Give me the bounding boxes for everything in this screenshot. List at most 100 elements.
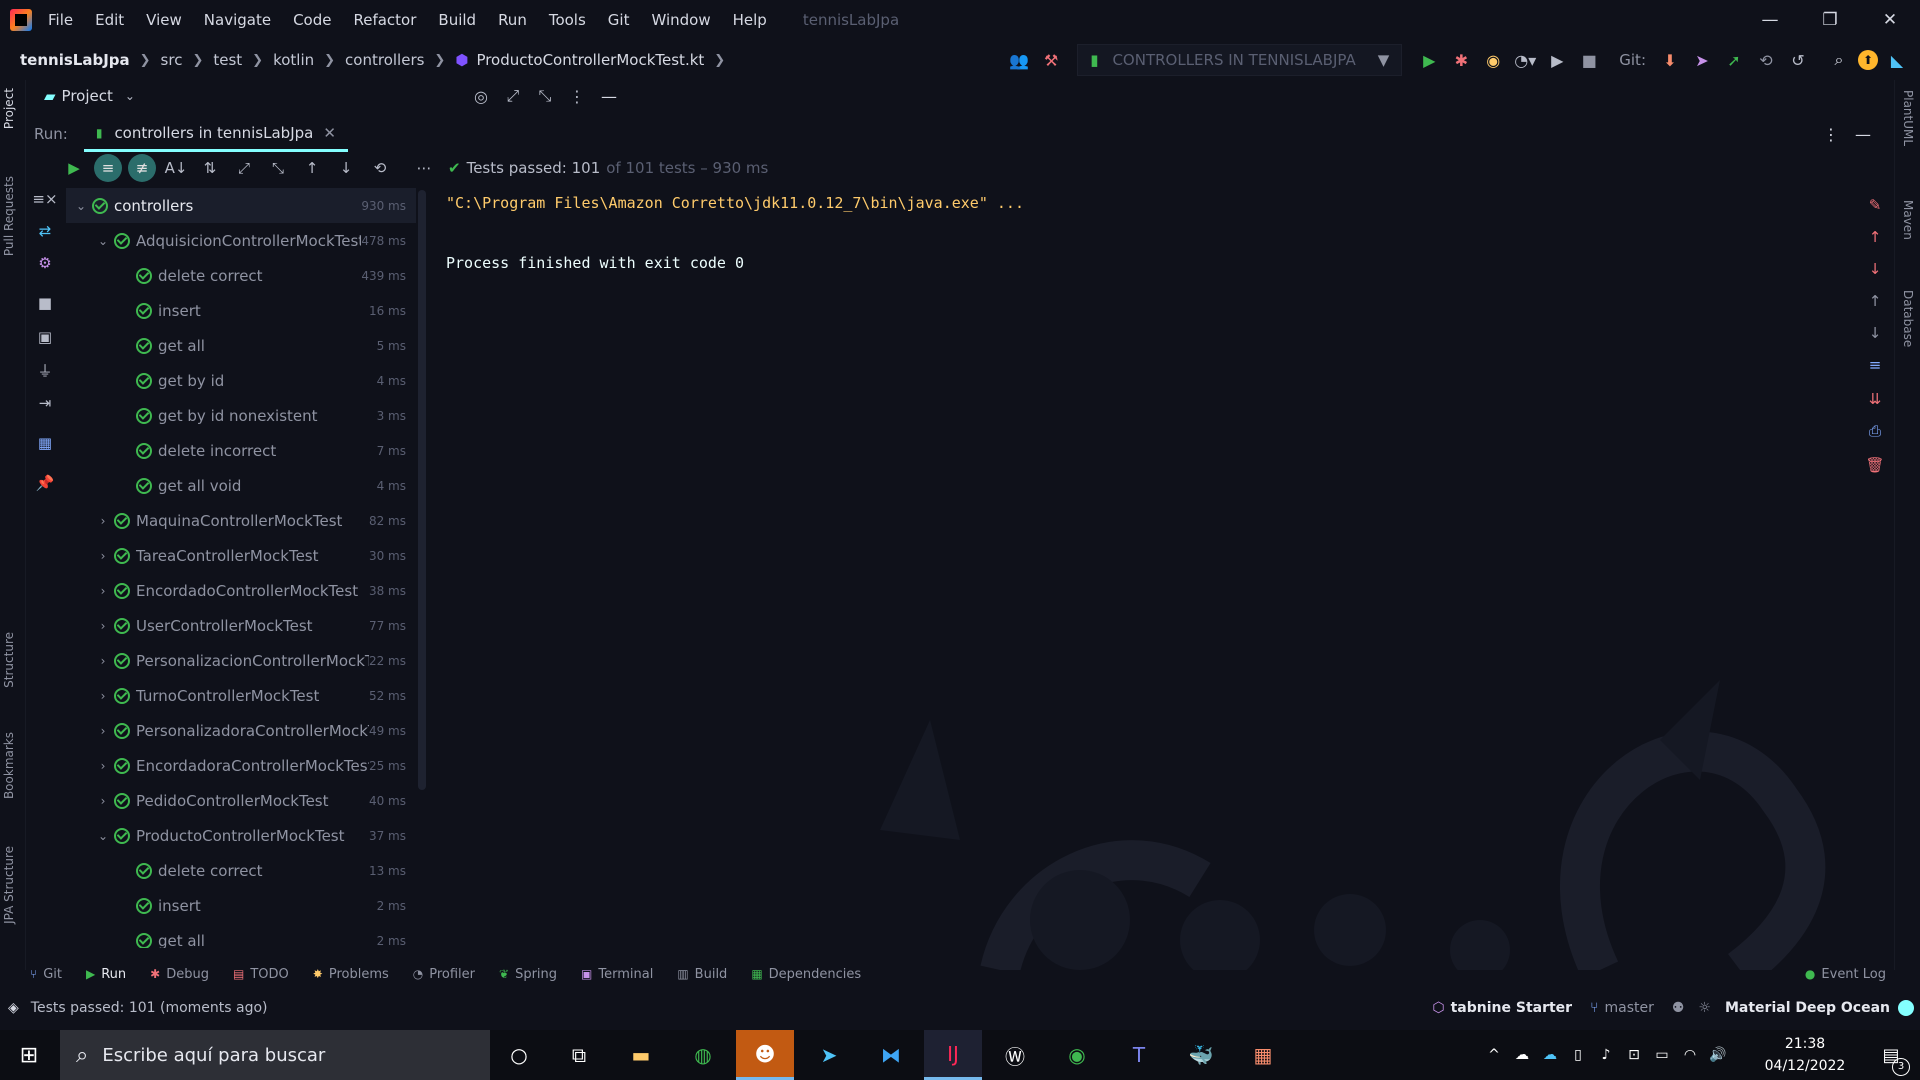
- breadcrumb-src[interactable]: src: [161, 51, 183, 69]
- test-tree-row[interactable]: › MaquinaControllerMockTest 82 ms: [66, 503, 416, 538]
- sort-duration-icon[interactable]: ⇅: [196, 154, 224, 182]
- tree-scrollbar[interactable]: [418, 190, 426, 790]
- locate-icon[interactable]: ◎: [468, 83, 494, 109]
- test-tree-row[interactable]: › PersonalizacionControllerMockTest 22 ms: [66, 643, 416, 678]
- camera-icon[interactable]: ▣: [30, 328, 60, 346]
- test-tree-row[interactable]: ⌄ controllers 930 ms: [66, 188, 416, 223]
- test-tree-row[interactable]: › PersonalizadoraControllerMockTest49 ms: [66, 713, 416, 748]
- tab-debug[interactable]: ✱ Debug: [150, 967, 209, 982]
- menu-help[interactable]: Help: [733, 11, 767, 29]
- tab-build[interactable]: ▥ Build: [677, 967, 727, 982]
- chevron-right-icon[interactable]: ›: [96, 724, 110, 738]
- inspection-icon[interactable]: ⚉: [1672, 1000, 1685, 1016]
- breadcrumb-controllers[interactable]: controllers: [345, 51, 424, 69]
- test-tree-row[interactable]: › TareaControllerMockTest 30 ms: [66, 538, 416, 573]
- chevron-down-icon[interactable]: ⌄: [74, 199, 88, 213]
- debug-icon[interactable]: ✱: [1448, 47, 1474, 73]
- cortana-icon[interactable]: ○: [490, 1030, 548, 1080]
- discord-icon[interactable]: ☻: [736, 1030, 794, 1080]
- coverage-icon[interactable]: ◉: [1480, 47, 1506, 73]
- tab-bookmarks[interactable]: Bookmarks: [2, 732, 16, 799]
- maximize-button[interactable]: ❐: [1800, 10, 1860, 30]
- profiler-icon[interactable]: ◔▾: [1512, 47, 1538, 73]
- chevron-right-icon[interactable]: ›: [96, 794, 110, 808]
- chevron-down-icon[interactable]: ⌄: [96, 829, 110, 843]
- chevron-right-icon[interactable]: ›: [96, 689, 110, 703]
- menu-refactor[interactable]: Refactor: [353, 11, 416, 29]
- rerun-icon[interactable]: ▶: [60, 154, 88, 182]
- history-icon[interactable]: ⟲: [1753, 47, 1779, 73]
- test-tree-row[interactable]: › EncordadoControllerMockTest 38 ms: [66, 573, 416, 608]
- tab-problems[interactable]: ✸ Problems: [313, 967, 389, 982]
- breadcrumb-test[interactable]: test: [213, 51, 242, 69]
- user-add-icon[interactable]: 👥: [1006, 47, 1032, 73]
- device-icon[interactable]: ▯: [1564, 1030, 1592, 1080]
- show-passed-icon[interactable]: ≡: [94, 154, 122, 182]
- task-view-icon[interactable]: ⧉: [550, 1030, 608, 1080]
- git-update-icon[interactable]: ⬇: [1657, 47, 1683, 73]
- test-tree-row[interactable]: delete correct 439 ms: [66, 258, 416, 293]
- menu-code[interactable]: Code: [293, 11, 331, 29]
- tab-terminal[interactable]: ▣ Terminal: [581, 967, 653, 982]
- chevron-right-icon[interactable]: ›: [96, 759, 110, 773]
- chevron-right-icon[interactable]: ›: [96, 619, 110, 633]
- search-icon[interactable]: ⌕: [1826, 47, 1852, 73]
- chevron-right-icon[interactable]: ›: [96, 514, 110, 528]
- tab-structure[interactable]: Structure: [2, 632, 16, 688]
- test-tree-row[interactable]: get by id nonexistent 3 ms: [66, 398, 416, 433]
- chevron-down-icon[interactable]: ⌄: [96, 234, 110, 248]
- more-vertical-icon[interactable]: ⋮: [1818, 121, 1844, 147]
- tab-profiler[interactable]: ◔ Profiler: [413, 967, 475, 982]
- teams-icon[interactable]: T: [1110, 1030, 1168, 1080]
- test-tree-row[interactable]: ⌄ AdquisicionControllerMockTest 478 ms: [66, 223, 416, 258]
- sort-alpha-icon[interactable]: A↓: [162, 154, 190, 182]
- chevron-right-icon[interactable]: ›: [96, 584, 110, 598]
- battery-icon[interactable]: ▭: [1648, 1030, 1676, 1080]
- hammer-icon[interactable]: ⚒: [1038, 47, 1064, 73]
- chevron-right-icon[interactable]: ›: [96, 549, 110, 563]
- scroll-end-icon[interactable]: ⇊: [1860, 390, 1890, 408]
- test-tree-row[interactable]: › TurnoControllerMockTest 52 ms: [66, 678, 416, 713]
- tab-plantuml[interactable]: PlantUML: [1901, 90, 1915, 146]
- breadcrumb-kotlin[interactable]: kotlin: [273, 51, 314, 69]
- chevron-down-icon[interactable]: ⌄: [125, 89, 135, 103]
- menu-build[interactable]: Build: [438, 11, 476, 29]
- console-output[interactable]: "C:\Program Files\Amazon Corretto\jdk11.…: [430, 186, 1850, 966]
- test-tree-row[interactable]: › UserControllerMockTest 77 ms: [66, 608, 416, 643]
- onedrive-icon[interactable]: ☁: [1508, 1030, 1536, 1080]
- onedrive-error-icon[interactable]: ☁: [1536, 1030, 1564, 1080]
- tab-run[interactable]: ▶ Run: [86, 967, 126, 982]
- rollback-icon[interactable]: ↺: [1785, 47, 1811, 73]
- tab-event-log[interactable]: ● Event Log: [1805, 967, 1886, 982]
- theme-name[interactable]: Material Deep Ocean: [1725, 1000, 1890, 1016]
- breadcrumb-project[interactable]: tennisLabJpa: [20, 51, 130, 69]
- windows-start-icon[interactable]: ⊞: [0, 1030, 58, 1080]
- docker-icon[interactable]: 🐳: [1172, 1030, 1230, 1080]
- tab-maven[interactable]: Maven: [1901, 200, 1915, 240]
- volume-icon[interactable]: 🔊: [1704, 1030, 1732, 1080]
- settings-gear-icon[interactable]: ⚙: [30, 254, 60, 272]
- taskbar-clock[interactable]: 21:38 04/12/2022: [1760, 1033, 1850, 1077]
- test-tree-row[interactable]: insert 2 ms: [66, 888, 416, 923]
- test-history-icon[interactable]: ⟲: [366, 154, 394, 182]
- tab-dependencies[interactable]: ▦ Dependencies: [751, 967, 861, 982]
- chrome-icon[interactable]: ◍: [674, 1030, 732, 1080]
- test-tree-row[interactable]: get all 5 ms: [66, 328, 416, 363]
- more-vertical-icon[interactable]: ⋮: [564, 83, 590, 109]
- arrow-up-icon[interactable]: ↑: [1860, 228, 1890, 246]
- plug-icon[interactable]: ⏚: [30, 360, 60, 381]
- plugin-icon[interactable]: ◣: [1884, 47, 1910, 73]
- next-failed-icon[interactable]: ↓: [332, 154, 360, 182]
- tab-database[interactable]: Database: [1901, 290, 1915, 347]
- run-icon[interactable]: ▶: [1416, 47, 1442, 73]
- tray-chevron-up-icon[interactable]: ^: [1480, 1030, 1508, 1080]
- hide-icon[interactable]: —: [1850, 121, 1876, 147]
- run-configuration-selector[interactable]: ▮ CONTROLLERS IN TENNISLABJPA ▼: [1077, 44, 1403, 76]
- tab-spring[interactable]: ❦ Spring: [499, 967, 557, 982]
- menu-view[interactable]: View: [146, 11, 182, 29]
- more-horizontal-icon[interactable]: ⋯: [410, 154, 438, 182]
- scroll-down-icon[interactable]: ↓: [1860, 324, 1890, 342]
- git-push-icon[interactable]: ➚: [1721, 47, 1747, 73]
- intellij-icon[interactable]: IJ: [924, 1030, 982, 1080]
- test-tree-row[interactable]: delete correct 13 ms: [66, 853, 416, 888]
